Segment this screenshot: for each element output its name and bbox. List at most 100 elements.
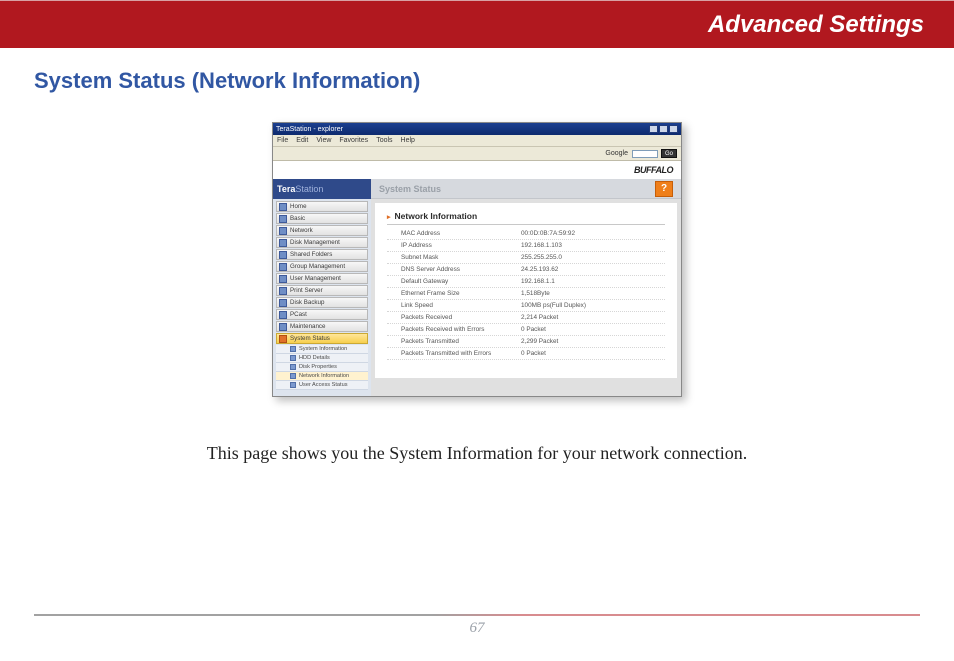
- nav-maintenance[interactable]: Maintenance: [276, 321, 368, 332]
- info-row-pkts-rx: Packets Received2,214 Packet: [387, 312, 665, 324]
- row-value: 24.25.193.62: [521, 266, 665, 273]
- subnav-hdd-details[interactable]: HDD Details: [276, 354, 368, 363]
- maximize-button[interactable]: [659, 125, 668, 133]
- row-label: Packets Received: [401, 314, 521, 321]
- status-icon: [279, 335, 287, 343]
- window-titlebar: TeraStation - explorer: [273, 123, 681, 135]
- info-row-mac: MAC Address00:0D:0B:7A:59:92: [387, 228, 665, 240]
- search-input[interactable]: [632, 150, 658, 158]
- main-panel: System Status ? Network Information MAC …: [371, 179, 681, 396]
- menu-edit[interactable]: Edit: [296, 137, 308, 144]
- subnav-user-access-status[interactable]: User Access Status: [276, 381, 368, 390]
- row-label: Default Gateway: [401, 278, 521, 285]
- nav-disk-management[interactable]: Disk Management: [276, 237, 368, 248]
- maintenance-icon: [279, 323, 287, 331]
- info-row-pkts-rx-err: Packets Received with Errors0 Packet: [387, 324, 665, 336]
- browser-menubar: File Edit View Favorites Tools Help: [273, 135, 681, 147]
- disk-prop-icon: [290, 364, 296, 370]
- nav-label: Shared Folders: [290, 251, 332, 258]
- window-title: TeraStation - explorer: [276, 126, 343, 133]
- minimize-button[interactable]: [649, 125, 658, 133]
- home-icon: [279, 203, 287, 211]
- row-value: 00:0D:0B:7A:59:92: [521, 230, 665, 237]
- content-pane: Network Information MAC Address00:0D:0B:…: [375, 203, 677, 378]
- info-row-dns: DNS Server Address24.25.193.62: [387, 264, 665, 276]
- menu-help[interactable]: Help: [401, 137, 415, 144]
- row-value: 0 Packet: [521, 350, 665, 357]
- nav-label: Print Server: [290, 287, 323, 294]
- panel-heading: Network Information: [387, 211, 665, 225]
- nav-network[interactable]: Network: [276, 225, 368, 236]
- row-value: 192.168.1.1: [521, 278, 665, 285]
- subnav-label: Disk Properties: [299, 364, 337, 370]
- row-value: 0 Packet: [521, 326, 665, 333]
- nav-label: Maintenance: [290, 323, 325, 330]
- row-label: Packets Received with Errors: [401, 326, 521, 333]
- nav-disk-backup[interactable]: Disk Backup: [276, 297, 368, 308]
- backup-icon: [279, 299, 287, 307]
- menu-view[interactable]: View: [316, 137, 331, 144]
- menu-file[interactable]: File: [277, 137, 288, 144]
- nav-label: Basic: [290, 215, 305, 222]
- row-label: Packets Transmitted: [401, 338, 521, 345]
- row-value: 255.255.255.0: [521, 254, 665, 261]
- subnav-label: Network Information: [299, 373, 349, 379]
- info-row-subnet: Subnet Mask255.255.255.0: [387, 252, 665, 264]
- nav-user-management[interactable]: User Management: [276, 273, 368, 284]
- row-value: 192.168.1.103: [521, 242, 665, 249]
- nav-pcast[interactable]: PCast: [276, 309, 368, 320]
- search-box: Google Go: [605, 149, 677, 158]
- nav-label: Group Management: [290, 263, 345, 270]
- info-icon: [290, 346, 296, 352]
- app-body: TeraStation Home Basic Network Disk Mana…: [273, 179, 681, 396]
- nav-label: Disk Management: [290, 239, 340, 246]
- nav-label: PCast: [290, 311, 307, 318]
- info-row-pkts-tx: Packets Transmitted2,299 Packet: [387, 336, 665, 348]
- menu-tools[interactable]: Tools: [376, 137, 392, 144]
- document-header-band: Advanced Settings: [0, 0, 954, 48]
- buffalo-logo: BUFFALO: [634, 165, 673, 175]
- nav-label: System Status: [290, 335, 330, 342]
- nav-label: Disk Backup: [290, 299, 324, 306]
- row-value: 2,214 Packet: [521, 314, 665, 321]
- nav-basic[interactable]: Basic: [276, 213, 368, 224]
- nav-home[interactable]: Home: [276, 201, 368, 212]
- nav-print-server[interactable]: Print Server: [276, 285, 368, 296]
- row-value: 1,518Byte: [521, 290, 665, 297]
- info-row-linkspeed: Link Speed100MB ps(Full Duplex): [387, 300, 665, 312]
- footer-rule: [34, 614, 920, 616]
- row-label: MAC Address: [401, 230, 521, 237]
- page-footer: 67: [34, 614, 920, 637]
- go-button[interactable]: Go: [661, 149, 677, 158]
- nav-group-management[interactable]: Group Management: [276, 261, 368, 272]
- info-row-ip: IP Address192.168.1.103: [387, 240, 665, 252]
- close-button[interactable]: [669, 125, 678, 133]
- window-controls: [649, 125, 678, 133]
- help-icon[interactable]: ?: [655, 181, 673, 197]
- breadcrumb: System Status: [379, 184, 441, 194]
- nav-shared-folders[interactable]: Shared Folders: [276, 249, 368, 260]
- nav-system-status[interactable]: System Status: [276, 333, 368, 344]
- user-icon: [279, 275, 287, 283]
- logo-tera: Tera: [277, 184, 295, 194]
- subnav-disk-properties[interactable]: Disk Properties: [276, 363, 368, 372]
- brand-row: BUFFALO: [273, 161, 681, 179]
- printer-icon: [279, 287, 287, 295]
- info-row-pkts-tx-err: Packets Transmitted with Errors0 Packet: [387, 348, 665, 360]
- subnav-system-information[interactable]: System Information: [276, 345, 368, 354]
- disk-icon: [279, 239, 287, 247]
- subnav-network-information[interactable]: Network Information: [276, 372, 368, 381]
- product-logo: TeraStation: [273, 179, 371, 199]
- screenshot-container: TeraStation - explorer File Edit View Fa…: [0, 122, 954, 397]
- net-info-icon: [290, 373, 296, 379]
- breadcrumb-bar: System Status ?: [371, 179, 681, 199]
- document-header-title: Advanced Settings: [708, 11, 924, 39]
- browser-toolbar: Google Go: [273, 147, 681, 161]
- access-icon: [290, 382, 296, 388]
- info-row-gateway: Default Gateway192.168.1.1: [387, 276, 665, 288]
- row-label: Link Speed: [401, 302, 521, 309]
- embedded-screenshot: TeraStation - explorer File Edit View Fa…: [272, 122, 682, 397]
- nav-list: Home Basic Network Disk Management Share…: [273, 199, 371, 396]
- menu-favorites[interactable]: Favorites: [339, 137, 368, 144]
- hdd-icon: [290, 355, 296, 361]
